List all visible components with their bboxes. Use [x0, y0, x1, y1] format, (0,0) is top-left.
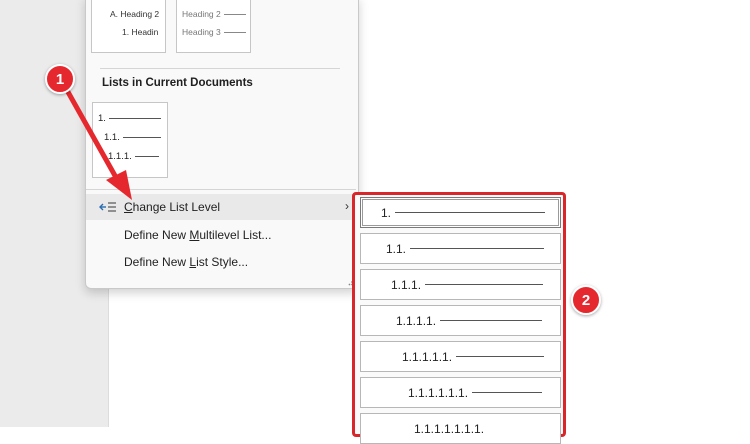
level-number: 1.1.1.1.1.1.1.: [414, 422, 485, 436]
level-line: [395, 212, 546, 213]
thumbnail-line: [122, 137, 161, 138]
thumbnail-line: [134, 156, 159, 157]
level-number: 1.1.1.1.: [396, 313, 437, 328]
thumbnail-row-text: 1.: [98, 113, 106, 124]
thumbnail-row-text: A. Heading 2: [110, 9, 160, 19]
level-line: [472, 392, 543, 393]
multilevel-list-menu: A. Heading 2 1. Headin Heading 2 Heading…: [85, 0, 359, 289]
define-multilevel-label: Define New Multilevel List...: [124, 228, 271, 242]
thumbnail-row-text: 1.1.1.: [108, 151, 132, 162]
section-heading-current-lists: Lists in Current Documents: [102, 77, 253, 89]
change-list-level-label: Change List Level: [124, 200, 220, 214]
list-level-3[interactable]: 1.1.1.: [360, 269, 561, 300]
current-list-thumbnail[interactable]: 1. 1.1. 1.1.1.: [92, 102, 168, 178]
thumbnail-row: 1.1.1.: [108, 151, 159, 162]
callout-badge-2: 2: [571, 285, 601, 315]
define-style-label: Define New List Style...: [124, 255, 248, 269]
list-level-6[interactable]: 1.1.1.1.1.1.: [360, 377, 561, 408]
thumbnail-row: Heading 3: [182, 27, 246, 37]
label-text: ultilevel List...: [199, 228, 272, 242]
label-text: Define New: [124, 255, 190, 269]
list-level-1[interactable]: 1.: [360, 197, 561, 228]
define-new-multilevel-list-item[interactable]: Define New Multilevel List...: [86, 222, 356, 248]
accelerator-key: M: [189, 228, 200, 242]
level-number: 1.1.1.1.1.: [402, 349, 453, 364]
level-number: 1.1.1.1.1.1.: [408, 385, 469, 400]
thumbnail-row: 1.1.: [104, 132, 161, 143]
thumbnail-row: 1. Headin: [122, 27, 158, 37]
thumbnail-row: 1.: [98, 113, 161, 124]
define-new-list-style-item[interactable]: Define New List Style...: [86, 249, 356, 275]
change-level-icon: [99, 202, 116, 212]
label-text: ist Style...: [196, 255, 249, 269]
thumbnail-row-text: Heading 2: [182, 9, 221, 19]
thumbnail-row: A. Heading 2: [110, 9, 159, 19]
list-level-2[interactable]: 1.1.: [360, 233, 561, 264]
level-number: 1.1.: [386, 241, 407, 256]
label-text: Define New: [124, 228, 190, 242]
thumbnail-line: [223, 31, 246, 33]
list-library-thumbnail-headings-b[interactable]: Heading 2 Heading 3: [176, 0, 251, 53]
menu-separator: [86, 189, 356, 190]
thumbnail-row-text: Heading 3: [182, 27, 221, 37]
list-library-thumbnail-headings-a[interactable]: A. Heading 2 1. Headin: [91, 0, 166, 53]
level-number: 1.: [381, 205, 392, 220]
list-level-4[interactable]: 1.1.1.1.: [360, 305, 561, 336]
change-list-level-item[interactable]: Change List Level ›: [86, 194, 356, 220]
level-line: [440, 320, 543, 321]
callout-badge-1: 1: [45, 64, 75, 94]
level-line: [425, 284, 544, 285]
list-level-7[interactable]: 1.1.1.1.1.1.1.: [360, 413, 561, 444]
thumbnail-line: [223, 13, 246, 15]
accelerator-key: C: [124, 200, 133, 214]
thumbnail-row: Heading 2: [182, 9, 246, 19]
menu-separator: [100, 68, 340, 69]
level-line: [410, 248, 545, 249]
thumbnail-row-text: 1.1.: [104, 132, 120, 143]
label-text: hange List Level: [132, 200, 221, 214]
level-line: [456, 356, 545, 357]
list-level-5[interactable]: 1.1.1.1.1.: [360, 341, 561, 372]
thumbnail-row-text: 1. Headin: [122, 27, 159, 37]
list-level-submenu: 1. 1.1. 1.1.1. 1.1.1.1. 1.1.1.1.1. 1.1.1…: [352, 192, 566, 444]
chevron-right-icon: ›: [345, 199, 349, 213]
thumbnail-line: [108, 118, 161, 119]
level-number: 1.1.1.: [391, 277, 422, 292]
